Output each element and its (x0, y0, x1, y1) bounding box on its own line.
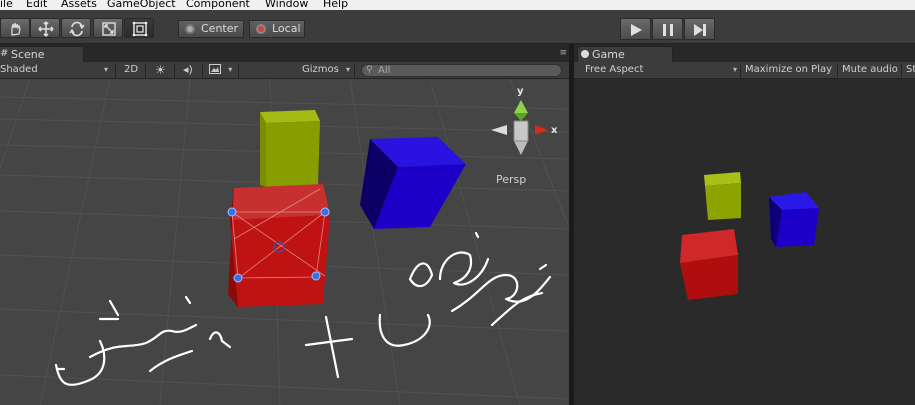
pivot-space-button[interactable]: Local (249, 20, 305, 38)
game-blue-cube (769, 192, 819, 247)
scale-tool-button[interactable] (93, 18, 123, 38)
move-tool-icon (38, 21, 54, 37)
menu-assets[interactable]: Assets (61, 0, 97, 10)
aspect-dropdown[interactable]: Free Aspect ▾ (585, 62, 740, 78)
shading-mode-label: Shaded (0, 64, 38, 75)
scene-orientation-gizmo[interactable]: y x Persp (491, 86, 558, 186)
maximize-on-play-toggle[interactable]: Maximize on Play (745, 62, 832, 78)
menu-file[interactable]: ile (0, 0, 13, 10)
main-toolbar: Center Local (0, 10, 915, 44)
tab-scene[interactable]: # Scene (0, 46, 84, 62)
effects-arrow-icon: ▾ (228, 65, 233, 74)
axis-y-label: y (517, 86, 524, 97)
pause-button[interactable] (652, 18, 683, 40)
image-effects-icon (209, 64, 221, 74)
game-viewport[interactable] (574, 79, 915, 405)
step-button[interactable] (684, 18, 715, 40)
scene-search-placeholder: All (378, 65, 391, 76)
yellow-cube[interactable] (260, 110, 320, 187)
step-icon (694, 24, 706, 36)
scene-lighting-icon[interactable]: ☀ (155, 62, 166, 78)
pivot-mode-label: Center (201, 22, 239, 35)
menu-bar: ile Edit Assets GameObject Component Win… (0, 0, 915, 10)
mute-audio-toggle[interactable]: Mute audio (842, 62, 898, 78)
rotate-tool-button[interactable] (61, 18, 91, 38)
pivot-center-icon (185, 24, 195, 34)
game-yellow-cube (704, 172, 741, 220)
rect-tool-icon (132, 21, 148, 37)
stats-toggle[interactable]: St (906, 62, 915, 78)
scale-tool-icon (102, 22, 116, 36)
menu-window[interactable]: Window (265, 0, 308, 10)
move-tool-button[interactable] (30, 18, 60, 38)
rect-tool-button[interactable] (124, 18, 154, 38)
scene-hash-icon: # (0, 48, 9, 59)
gizmos-label: Gizmos (302, 64, 339, 75)
game-tab-bar: Game (574, 44, 915, 62)
pivot-mode-button[interactable]: Center (178, 20, 244, 38)
game-canvas (680, 172, 819, 300)
tab-game[interactable]: Game (577, 46, 673, 62)
red-cube[interactable] (227, 184, 330, 307)
pivot-space-label: Local (272, 22, 301, 35)
blue-cube[interactable] (360, 137, 466, 229)
menu-component[interactable]: Component (186, 0, 250, 10)
scene-canvas: y x Persp (0, 79, 569, 405)
pause-icon (663, 24, 673, 36)
play-button[interactable] (620, 18, 651, 40)
gizmos-arrow-icon: ▾ (346, 65, 351, 74)
menu-help[interactable]: Help (323, 0, 348, 10)
scene-toolbar: Shaded ▾ 2D ☀ ◂) ▾ Gizmos ▾ ⚲ All (0, 62, 569, 79)
game-tab-label: Game (592, 48, 625, 61)
dropdown-arrow-icon: ▾ (104, 65, 109, 74)
hand-tool-button[interactable] (0, 18, 30, 38)
scene-tab-label: Scene (11, 48, 45, 61)
menu-edit[interactable]: Edit (26, 0, 47, 10)
game-toolbar: Free Aspect ▾ Maximize on Play Mute audi… (574, 62, 915, 79)
local-space-icon (256, 24, 266, 34)
mode-2d-toggle[interactable]: 2D (124, 62, 138, 78)
game-pacman-icon (581, 50, 589, 58)
scene-viewport[interactable]: y x Persp (0, 79, 569, 405)
search-icon: ⚲ (366, 65, 373, 75)
aspect-arrow-icon: ▾ (733, 65, 738, 74)
hand-tool-icon (11, 22, 21, 36)
play-icon (631, 24, 642, 36)
shading-mode-dropdown[interactable]: Shaded ▾ (0, 62, 112, 78)
scene-tab-bar: # Scene ≡ (0, 44, 569, 62)
menu-gameobject[interactable]: GameObject (107, 0, 176, 10)
scene-effects-dropdown[interactable]: ▾ (209, 62, 232, 78)
axis-x-label: x (551, 125, 558, 136)
game-red-cube (680, 229, 738, 300)
aspect-label: Free Aspect (585, 64, 644, 75)
scene-audio-icon[interactable]: ◂) (183, 62, 193, 78)
scene-search-input[interactable]: ⚲ All (361, 64, 562, 77)
persp-label[interactable]: Persp (496, 173, 526, 186)
gizmos-dropdown[interactable]: Gizmos ▾ (302, 62, 350, 78)
scene-panel-menu-icon[interactable]: ≡ (559, 48, 567, 58)
rotate-tool-icon (69, 21, 85, 37)
